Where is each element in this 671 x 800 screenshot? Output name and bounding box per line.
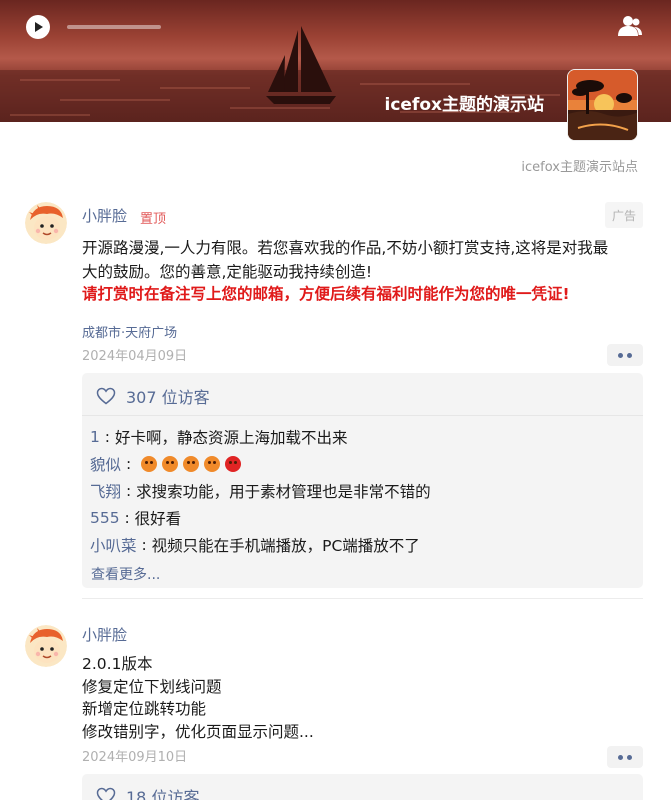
angry-face-icon	[162, 456, 179, 472]
ad-badge: 广告	[605, 202, 643, 228]
author-avatar[interactable]	[25, 625, 67, 667]
dot-icon	[618, 352, 623, 358]
comment-item[interactable]: 小叭菜 : 视频只能在手机端播放，PC端播放不了	[90, 534, 420, 556]
music-play-button[interactable]	[26, 15, 50, 39]
play-icon	[35, 22, 43, 32]
avatar-cartoon-image	[25, 625, 67, 667]
post-divider	[82, 598, 643, 599]
author-avatar[interactable]	[25, 202, 67, 244]
interaction-panel: 18 位访客	[82, 774, 643, 800]
comment-text: 求搜索功能，用于素材管理也是非常不错的	[136, 483, 431, 501]
heart-icon[interactable]	[96, 387, 116, 405]
comment-author[interactable]: 小叭菜	[90, 534, 137, 556]
visitor-count-text: 307 位访客	[126, 388, 210, 407]
comment-text: 很好看	[134, 510, 182, 528]
panel-divider	[82, 415, 643, 416]
visitor-count-text: 18 位访客	[126, 788, 200, 800]
interaction-panel: 307 位访客 1 : 好卡啊，静态资源上海加载不出来 貌似 : 飞翔 : 求搜…	[82, 373, 643, 588]
user-icon[interactable]	[617, 14, 643, 38]
comment-separator: :	[121, 455, 137, 473]
dot-icon	[627, 352, 632, 358]
comment-separator: :	[121, 482, 137, 500]
comment-item[interactable]: 飞翔 : 求搜索功能，用于素材管理也是非常不错的	[90, 480, 431, 502]
post-content-line: 开源路漫漫,一人力有限。若您喜欢我的作品,不妨小额打赏支持,这将是对我最	[82, 239, 609, 257]
post-content-line: 修复定位下划线问题	[82, 678, 222, 696]
see-more-comments-link[interactable]: 查看更多...	[91, 564, 160, 584]
author-name[interactable]: 小胖脸	[82, 205, 127, 226]
author-name[interactable]: 小胖脸	[82, 624, 127, 645]
music-progress-bar[interactable]	[67, 25, 161, 29]
post-highlight-line: 请打赏时在备注写上您的邮箱，方便后续有福利时能作为您的唯一凭证!	[82, 285, 570, 303]
comment-text: 好卡啊，静态资源上海加载不出来	[114, 429, 348, 447]
red-face-icon	[225, 456, 242, 472]
comment-text: 视频只能在手机端播放，PC端播放不了	[151, 537, 420, 555]
post-date: 2024年09月10日	[82, 750, 188, 765]
comment-item[interactable]: 1 : 好卡啊，静态资源上海加载不出来	[90, 426, 347, 448]
visitor-count: 307 位访客	[96, 384, 210, 408]
comment-separator: :	[119, 509, 135, 527]
angry-face-icon	[204, 456, 221, 472]
site-title: icefox主题的演示站	[384, 95, 544, 115]
comment-item[interactable]: 555 : 很好看	[90, 507, 181, 529]
post-more-button[interactable]	[607, 344, 643, 366]
heart-icon[interactable]	[96, 787, 116, 800]
site-description: icefox主题演示站点	[521, 160, 638, 175]
avatar-cartoon-image	[25, 202, 67, 244]
comment-item[interactable]: 貌似 :	[90, 453, 242, 475]
comment-author[interactable]: 555	[90, 509, 120, 527]
post-content-line: 大的鼓励。您的善意,定能驱动我持续创造!	[82, 263, 373, 281]
comment-separator: :	[136, 536, 152, 554]
comment-author[interactable]: 飞翔	[90, 480, 121, 502]
visitor-count: 18 位访客	[96, 784, 199, 800]
comment-author[interactable]: 1	[90, 428, 100, 446]
pinned-badge: 置顶	[140, 212, 167, 227]
site-logo[interactable]	[567, 69, 638, 141]
dot-icon	[627, 754, 632, 760]
dot-icon	[618, 754, 623, 760]
post-more-button[interactable]	[607, 746, 643, 768]
post-content-line: 新增定位跳转功能	[82, 700, 207, 718]
comment-author[interactable]: 貌似	[90, 453, 121, 475]
sunset-logo-image	[568, 70, 637, 140]
post-content-line: 2.0.1版本	[82, 655, 153, 673]
post-location-link[interactable]: 成都市·天府广场	[82, 322, 177, 341]
comment-separator: :	[99, 428, 115, 446]
angry-face-icon	[141, 456, 158, 472]
angry-face-icon	[183, 456, 200, 472]
post-date: 2024年04月09日	[82, 349, 188, 364]
post-content-line: 修改错别字，优化页面显示问题...	[82, 723, 314, 741]
